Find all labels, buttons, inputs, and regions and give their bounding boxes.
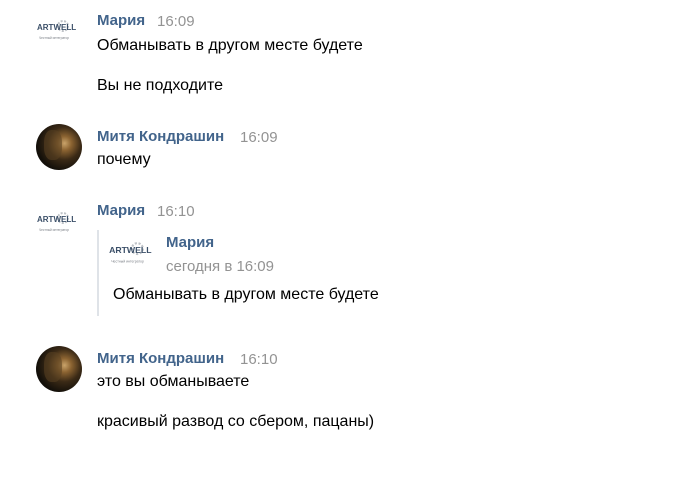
quote-author[interactable]: Мария [166, 234, 214, 251]
quote-bar [97, 230, 99, 316]
message-text: красивый развод со сбером, пацаны) [97, 413, 375, 430]
message-text: Вы не подходите [97, 77, 224, 94]
logo-subtext: Честный интегратор [39, 228, 69, 232]
logo-text: ARTWELL [37, 215, 76, 224]
logo-text: ARTWELL [109, 245, 152, 255]
message: ARTWELL Честный интегратор Мария 16:10 A… [0, 196, 700, 326]
avatar[interactable] [36, 124, 82, 170]
avatar-photo [44, 130, 62, 160]
artwell-logo-icon: ARTWELL Честный интегратор [109, 242, 152, 264]
message-text: Обманывать в другом месте будете [97, 37, 363, 54]
avatar[interactable]: ARTWELL Честный интегратор [36, 8, 82, 54]
quote-date[interactable]: сегодня в 16:09 [166, 258, 274, 275]
message-author[interactable]: Митя Кондрашин [97, 350, 224, 367]
chat-history: ARTWELL Честный интегратор Мария 16:09 О… [0, 0, 700, 484]
message: Митя Кондрашин 16:09 почему [0, 118, 700, 188]
avatar-photo [44, 352, 62, 382]
logo-subtext: Честный интегратор [111, 260, 144, 264]
message-time[interactable]: 16:09 [240, 129, 278, 146]
message-author[interactable]: Мария [97, 12, 145, 29]
message-text: это вы обманываете [97, 373, 250, 390]
message: Митя Кондрашин 16:10 это вы обманываете … [0, 340, 700, 450]
message-author[interactable]: Митя Кондрашин [97, 128, 224, 145]
quote-avatar[interactable]: ARTWELL Честный интегратор [108, 229, 158, 279]
artwell-logo-icon: ARTWELL Честный интегратор [37, 212, 76, 232]
message-time[interactable]: 16:09 [157, 13, 195, 30]
avatar[interactable] [36, 346, 82, 392]
message-text: почему [97, 151, 151, 168]
logo-text: ARTWELL [37, 23, 76, 32]
message: ARTWELL Честный интегратор Мария 16:09 О… [0, 0, 700, 110]
message-time[interactable]: 16:10 [157, 203, 195, 220]
artwell-logo-icon: ARTWELL Честный интегратор [37, 20, 76, 40]
message-author[interactable]: Мария [97, 202, 145, 219]
quote-text: Обманывать в другом месте будете [113, 286, 379, 303]
message-time[interactable]: 16:10 [240, 351, 278, 368]
logo-subtext: Честный интегратор [39, 36, 69, 40]
avatar[interactable]: ARTWELL Честный интегратор [36, 200, 82, 246]
